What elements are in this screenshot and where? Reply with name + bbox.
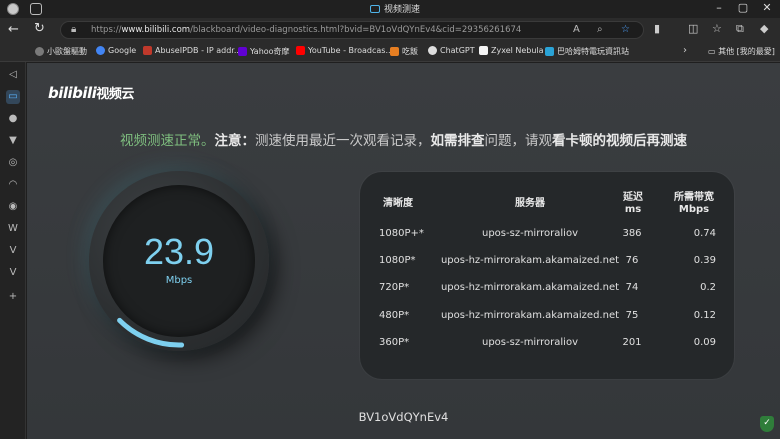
bilibili-tv-icon <box>370 4 380 13</box>
cell-latency: 76 <box>625 255 639 266</box>
chevron-right-icon[interactable]: › <box>683 45 687 56</box>
arc-icon[interactable]: ◠ <box>6 178 20 192</box>
back-arrow-icon[interactable]: ← <box>8 22 19 37</box>
bilibili-logo[interactable]: bilibili视频云 <box>48 83 134 102</box>
favorite-star-icon[interactable]: ☆ <box>621 24 630 35</box>
chrome-icon[interactable]: ◉ <box>6 200 20 214</box>
wordpress-icon[interactable]: W <box>6 222 20 236</box>
youtube-icon <box>296 46 305 55</box>
cell-latency: 201 <box>622 337 642 348</box>
vue-icon-2[interactable]: V <box>6 266 20 280</box>
lock-icon[interactable]: 🔒︎ <box>71 24 76 35</box>
cell-bandwidth: 0.09 <box>693 337 716 348</box>
add-icon[interactable]: + <box>6 290 20 304</box>
speed-unit: Mbps <box>165 275 193 286</box>
cell-latency: 75 <box>625 310 639 321</box>
favorites-icon[interactable]: ☆ <box>712 22 722 35</box>
url-text: https://www.bilibili.com/blackboard/vide… <box>91 25 522 35</box>
cell-resolution: 480P* <box>379 310 410 321</box>
globe-icon <box>35 47 44 56</box>
cell-resolution: 360P* <box>379 337 410 348</box>
header-bandwidth: 所需带宽 Mbps <box>674 192 714 215</box>
maximize-icon[interactable]: ▢ <box>736 1 750 14</box>
bookmark-item[interactable]: ChatGPT <box>428 46 475 55</box>
bahamut-icon <box>545 47 554 56</box>
url-input[interactable]: 🔒︎ https://www.bilibili.com/blackboard/v… <box>60 21 644 39</box>
globe-icon[interactable]: ◎ <box>6 156 20 170</box>
cell-latency: 386 <box>622 228 642 239</box>
page-content: bilibili视频云 视频测速正常。注意：测速使用最近一次观看记录，如需排查问… <box>27 63 780 439</box>
bookmark-item[interactable]: 巴哈姆特電玩資訊站 <box>545 46 629 57</box>
cell-server: upos-hz-mirrorakam.akamaized.net <box>440 255 620 266</box>
zyxel-icon <box>479 46 488 55</box>
cell-bandwidth: 0.12 <box>693 310 716 321</box>
copilot-icon[interactable]: ◆ <box>760 22 768 35</box>
bookmark-item[interactable]: 吃飯 <box>390 46 418 57</box>
header-resolution: 清晰度 <box>383 198 413 209</box>
close-icon[interactable]: ✕ <box>760 1 774 14</box>
tab-actions-icon[interactable] <box>30 3 42 15</box>
abuseipdb-icon <box>143 46 152 55</box>
sidebar: ◁ ▭ ● ▼ ◎ ◠ ◉ W V V + <box>0 62 26 439</box>
cell-resolution: 1080P* <box>379 255 416 266</box>
gauge-progress-arc <box>117 317 185 348</box>
bookmark-item[interactable]: Yahoo奇摩 <box>238 46 290 57</box>
title-bar: 视频测速 – ▢ ✕ <box>0 0 780 18</box>
cell-server: upos-sz-mirroraliov <box>482 337 578 348</box>
bookmark-item[interactable]: Zyxel Nebula <box>479 46 544 55</box>
yahoo-icon <box>238 47 247 56</box>
header-server: 服务器 <box>515 198 545 209</box>
header-latency: 延迟 ms <box>623 192 643 215</box>
minimize-icon[interactable]: – <box>712 1 726 14</box>
zoom-icon[interactable]: ⌕ <box>597 24 603 35</box>
bookmark-item[interactable]: YouTube - Broadcas... <box>296 46 393 55</box>
speed-value: 23.9 <box>143 231 215 272</box>
bvid-label: BV1oVdQYnEv4 <box>358 410 449 424</box>
cell-server: upos-hz-mirrorakam.akamaized.net <box>440 282 620 293</box>
read-aloud-icon[interactable]: A <box>573 24 580 35</box>
address-bar-row: ← ↻ 🔒︎ https://www.bilibili.com/blackboa… <box>0 18 780 42</box>
cell-resolution: 1080P+* <box>379 228 424 239</box>
security-shield-icon[interactable]: ✓ <box>760 416 774 432</box>
shield-app-icon[interactable]: ▼ <box>6 134 20 148</box>
diagnostics-table: 清晰度 服务器 延迟 ms 所需带宽 Mbps 1080P+* upos-sz-mir… <box>360 172 734 379</box>
cell-bandwidth: 0.2 <box>700 282 716 293</box>
cell-latency: 74 <box>625 282 639 293</box>
active-tab[interactable]: 视频测速 <box>370 2 420 15</box>
downloads-icon[interactable]: ⧉ <box>736 22 744 36</box>
cell-server: upos-sz-mirroraliov <box>482 228 578 239</box>
other-favorites[interactable]: ▭ 其他 [我的最愛] <box>708 46 775 57</box>
tab-title: 视频测速 <box>384 5 421 15</box>
cell-resolution: 720P* <box>379 282 410 293</box>
cell-bandwidth: 0.39 <box>693 255 716 266</box>
bookmark-item[interactable]: AbuseIPDB - IP addr... <box>143 46 241 55</box>
notice-text: 视频测速正常。注意：测速使用最近一次观看记录，如需排查问题，请观看卡顿的视频后再… <box>120 133 687 149</box>
cell-server: upos-hz-mirrorakam.akamaized.net <box>440 310 620 321</box>
reload-icon[interactable]: ↻ <box>34 21 45 36</box>
bookmark-item[interactable]: Google <box>96 46 136 55</box>
vue-icon[interactable]: V <box>6 244 20 258</box>
profile-avatar-icon[interactable] <box>7 3 19 15</box>
speaker-icon[interactable]: ◁ <box>6 68 20 82</box>
bookmark-item[interactable]: 小歐盤驅動 <box>35 46 87 57</box>
google-icon <box>96 46 105 55</box>
bilibili-tv-icon[interactable]: ▭ <box>6 90 20 104</box>
folder-icon: ▭ <box>708 47 719 56</box>
chatgpt-icon <box>428 46 437 55</box>
extension-icon[interactable]: ▮ <box>654 22 660 35</box>
bookmarks-bar: 小歐盤驅動 Google AbuseIPDB - IP addr... Yaho… <box>0 42 780 62</box>
circle-app-icon[interactable]: ● <box>6 112 20 126</box>
food-icon <box>390 47 399 56</box>
cell-bandwidth: 0.74 <box>693 228 716 239</box>
speed-gauge: 23.9 Mbps <box>89 171 269 351</box>
split-screen-icon[interactable]: ◫ <box>688 22 698 35</box>
